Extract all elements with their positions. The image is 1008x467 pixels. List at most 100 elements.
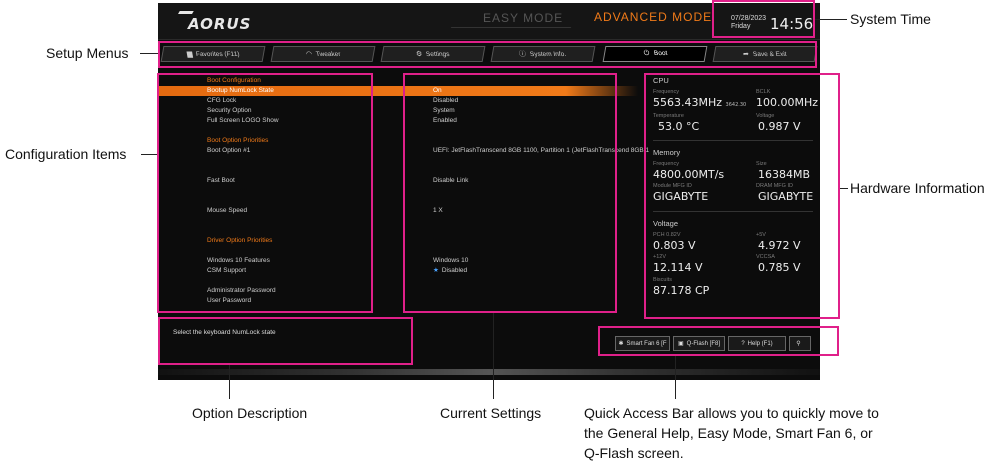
config-row[interactable]: CFG Lock Disabled — [158, 96, 638, 106]
option-description-line — [229, 365, 230, 399]
config-row[interactable]: Administrator Password — [158, 286, 638, 296]
config-value-text: Disabled — [441, 267, 468, 274]
setup-menus-annotation: Setup Menus — [46, 45, 129, 61]
config-label: Bootup NumLock State — [207, 87, 274, 94]
memory-section: Memory — [653, 148, 813, 157]
config-value[interactable]: 1 X — [433, 206, 443, 216]
option-description: Select the keyboard NumLock state — [158, 318, 414, 364]
config-value[interactable]: Enabled — [433, 116, 457, 126]
configuration-items-annotation: Configuration Items — [5, 146, 127, 162]
section-header: Driver Option Priorities — [158, 236, 638, 246]
tab-favorites-f11[interactable]: ▆ Favorites (F11) — [160, 46, 266, 62]
bios-screen: AORUS EASY MODE ADVANCED MODE 07/28/2023… — [158, 3, 820, 380]
bottom-decoration — [158, 369, 820, 375]
exit-icon: ➦ — [742, 51, 750, 58]
hw-divider — [653, 140, 813, 141]
mem-size-value: 16384MB — [758, 168, 811, 181]
biscuits-label: Biscuits — [653, 277, 672, 283]
bclk-value: 100.00MHz — [756, 96, 819, 109]
config-row[interactable]: Security Option System — [158, 106, 638, 116]
p12v-value: 12.114 V — [653, 261, 703, 274]
config-row[interactable]: Windows 10 Features Windows 10 — [158, 256, 638, 266]
aorus-logo: AORUS — [188, 15, 252, 33]
description-text: Select the keyboard NumLock state — [173, 329, 276, 336]
config-label: Windows 10 Features — [207, 257, 270, 264]
dram-mfg-value: GIGABYTE — [758, 190, 814, 203]
tab-content: ➦ Save & Exit — [742, 50, 788, 58]
advanced-mode-button[interactable]: ADVANCED MODE — [594, 10, 712, 24]
p5v-label: +5V — [756, 232, 766, 238]
config-label: Boot Option #1 — [207, 147, 251, 154]
fan-button[interactable]: ✱ Smart Fan 6 [F — [615, 336, 670, 351]
hardware-information-annotation: Hardware Information — [850, 180, 985, 196]
config-value[interactable]: On — [433, 86, 442, 96]
tab-label: Save & Exit — [752, 51, 788, 58]
easy-mode-button[interactable]: EASY MODE — [483, 11, 563, 25]
info-icon: ⓘ — [518, 51, 528, 58]
config-label: Fast Boot — [207, 177, 235, 184]
config-row[interactable]: Mouse Speed 1 X — [158, 206, 638, 216]
tab-label: Tweaker — [315, 51, 341, 58]
section-header: Boot Configuration — [158, 76, 638, 86]
tab-tweaker[interactable]: ◠ Tweaker — [270, 46, 376, 62]
vccsa-label: VCCSA — [756, 254, 775, 260]
section-header: Boot Option Priorities — [158, 136, 638, 146]
config-row[interactable]: Bootup NumLock State On — [158, 86, 638, 96]
config-row[interactable]: Boot Option #1 UEFI: JetFlashTranscend 8G… — [158, 146, 649, 156]
config-value-text: Disabled — [433, 97, 459, 104]
config-row[interactable]: CSM Support ★ Disabled — [158, 266, 638, 276]
hw-divider — [653, 211, 813, 212]
config-label: CSM Support — [207, 267, 247, 274]
config-value[interactable]: UEFI: JetFlashTranscend 8GB 1100, Partit… — [433, 146, 649, 156]
flash-button[interactable]: ▣ Q-Flash [F8] — [673, 336, 725, 351]
config-value[interactable]: Windows 10 — [433, 256, 468, 266]
config-value[interactable]: Disable Link — [433, 176, 468, 186]
config-value-text: Windows 10 — [433, 257, 469, 264]
dram-mfg-label: DRAM MFG ID — [756, 183, 793, 189]
tab-boot[interactable]: ⏻ Boot — [602, 46, 708, 62]
config-label: Boot Option Priorities — [207, 137, 269, 144]
system-date: 07/28/2023 Friday — [731, 15, 766, 31]
current-settings-annotation: Current Settings — [440, 405, 542, 421]
config-row[interactable]: Full Screen LOGO Show Enabled — [158, 116, 638, 126]
hardware-information-line — [840, 188, 848, 189]
quick-access-annotation-3: Q-Flash screen. — [584, 445, 684, 461]
system-time-line — [815, 19, 847, 20]
system-time: 14:56 — [770, 15, 814, 33]
config-row[interactable]: User Password — [158, 296, 638, 306]
module-mfg-label: Module MFG ID — [653, 183, 692, 189]
module-mfg-value: GIGABYTE — [653, 190, 709, 203]
tab-label: Settings — [425, 51, 451, 58]
memory-title: Memory — [653, 148, 681, 157]
vccsa-value: 0.785 V — [758, 261, 801, 274]
config-value[interactable]: ★ Disabled — [433, 266, 467, 276]
help-button[interactable]: ? Help (F1) — [728, 336, 786, 351]
quick-access-annotation-1: Quick Access Bar allows you to quickly m… — [584, 405, 879, 421]
cpu-freq-value: 5563.43MHz 3642.30 — [653, 96, 746, 109]
config-row[interactable]: Fast Boot Disable Link — [158, 176, 638, 186]
gear-icon: ⚙ — [415, 51, 424, 58]
pch-value: 0.803 V — [653, 239, 696, 252]
quick-access-label: Smart Fan 6 [F — [626, 340, 667, 347]
tab-content: ⚙ Settings — [415, 50, 451, 58]
tab-save-exit[interactable]: ➦ Save & Exit — [712, 46, 818, 62]
quick-access-label: Help (F1) — [747, 340, 773, 347]
tab-content: ⓘ System Info. — [518, 49, 567, 59]
quick-access-annotation-2: the General Help, Easy Mode, Smart Fan 6… — [584, 425, 873, 441]
tab-settings[interactable]: ⚙ Settings — [380, 46, 486, 62]
cpu-voltage-label: Voltage — [756, 113, 775, 119]
voltage-title: Voltage — [653, 219, 679, 228]
config-label: Boot Configuration — [207, 77, 261, 84]
config-value[interactable]: Disabled — [433, 96, 458, 106]
search-button[interactable]: ⚲ — [789, 336, 811, 351]
config-label: Administrator Password — [207, 287, 276, 294]
tab-system-info[interactable]: ⓘ System Info. — [490, 46, 596, 62]
cpu-freq-sub: 3642.30 — [725, 102, 747, 108]
tab-label: Favorites (F11) — [195, 51, 241, 58]
cpu-temp-value: 53.0 °C — [658, 120, 700, 133]
quick-access-line — [675, 356, 676, 399]
config-value-text: System — [433, 107, 455, 114]
p5v-value: 4.972 V — [758, 239, 801, 252]
biscuits-value: 87.178 CP — [653, 284, 710, 297]
config-value[interactable]: System — [433, 106, 455, 116]
